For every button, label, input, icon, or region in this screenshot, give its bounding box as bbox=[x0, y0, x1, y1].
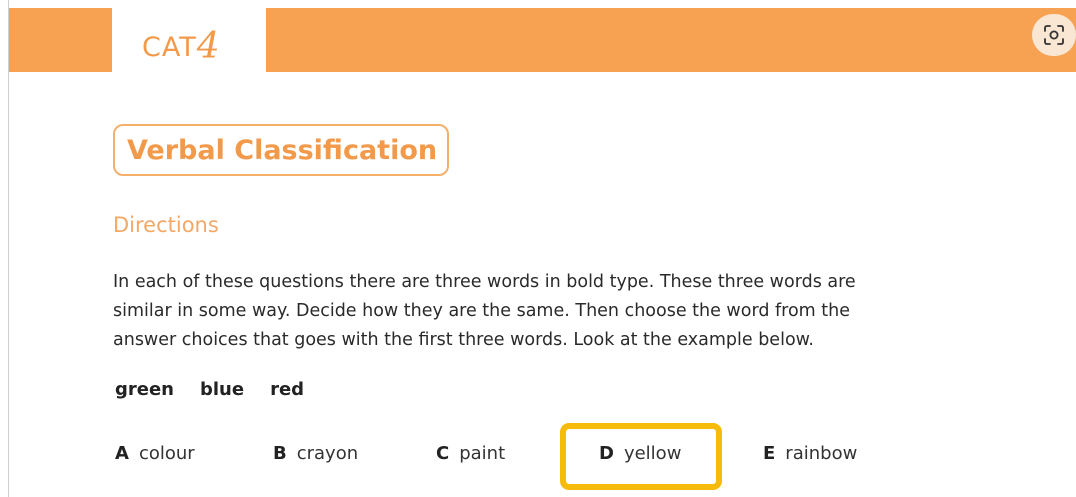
instructions-text: In each of these questions there are thr… bbox=[113, 268, 953, 355]
answer-choice-a[interactable]: Acolour bbox=[115, 443, 195, 464]
screenshot-button[interactable] bbox=[1032, 14, 1076, 56]
choice-letter: C bbox=[436, 443, 450, 464]
scan-icon bbox=[1044, 25, 1064, 45]
example-word: green bbox=[115, 379, 174, 400]
choice-text: colour bbox=[138, 443, 195, 464]
instructions-line: similar in some way. Decide how they are… bbox=[113, 301, 851, 321]
choice-letter: E bbox=[763, 443, 776, 464]
section-title-box: Verbal Classification bbox=[113, 124, 449, 176]
answer-choice-e[interactable]: Erainbow bbox=[763, 443, 857, 464]
correct-answer-highlight bbox=[560, 423, 722, 490]
logo-digit: 4 bbox=[196, 26, 221, 67]
answer-choice-c[interactable]: Cpaint bbox=[436, 443, 505, 464]
left-border bbox=[8, 0, 9, 497]
answer-choice-b[interactable]: Bcrayon bbox=[273, 443, 358, 464]
choice-text: paint bbox=[459, 443, 506, 464]
example-word: red bbox=[270, 379, 305, 400]
logo-text: CAT bbox=[142, 32, 197, 63]
instructions-line: answer choices that goes with the first … bbox=[113, 330, 814, 350]
instructions-line: In each of these questions there are thr… bbox=[113, 272, 856, 292]
cat4-logo: CAT4 bbox=[142, 24, 221, 67]
directions-heading: Directions bbox=[113, 213, 219, 237]
example-words: green blue red bbox=[115, 379, 330, 400]
choice-text: crayon bbox=[296, 443, 359, 464]
page-frame: CAT4 Verbal Classification Directions In… bbox=[0, 0, 1076, 497]
section-title: Verbal Classification bbox=[127, 134, 438, 166]
choice-text: rainbow bbox=[785, 443, 858, 464]
choice-letter: A bbox=[115, 443, 129, 464]
example-word: blue bbox=[200, 379, 245, 400]
choice-letter: B bbox=[273, 443, 287, 464]
